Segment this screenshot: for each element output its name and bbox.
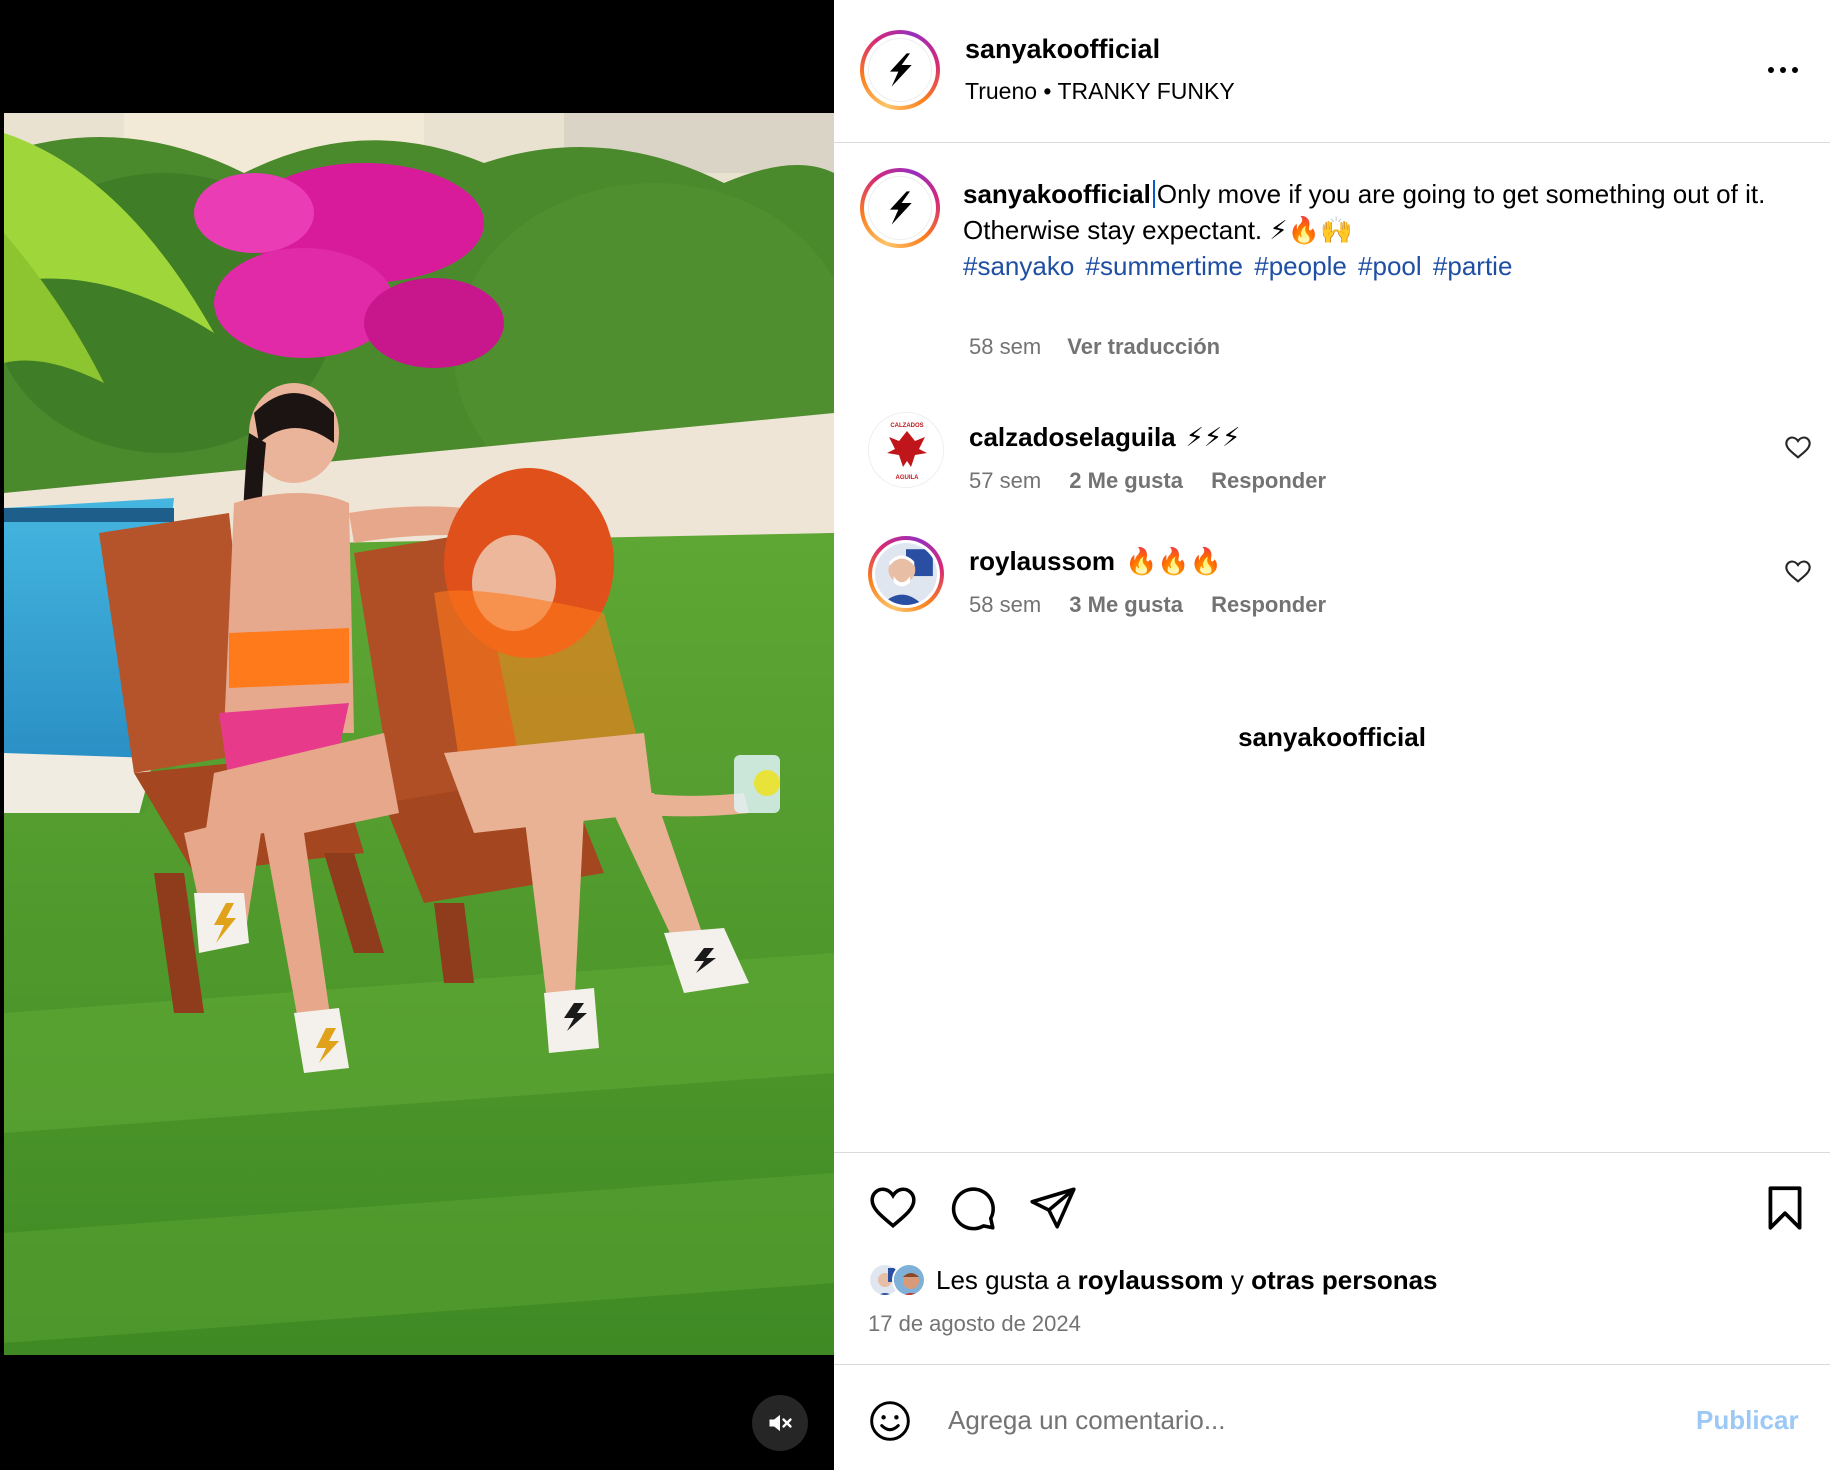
pool-party-photo	[4, 113, 834, 1355]
comment-likes[interactable]: 3 Me gusta	[1069, 592, 1183, 617]
liker-username[interactable]: roylaussom	[1078, 1265, 1224, 1295]
other-likers-link[interactable]: otras personas	[1251, 1265, 1437, 1295]
see-translation-button[interactable]: Ver traducción	[1067, 334, 1220, 359]
author-avatar[interactable]	[860, 30, 940, 110]
comment-time[interactable]: 58 sem	[969, 592, 1041, 617]
comment-meta: 58 sem 3 Me gusta Responder	[969, 592, 1348, 618]
post-media[interactable]	[0, 0, 834, 1470]
likes-prefix: Les gusta a	[936, 1264, 1071, 1295]
caption-meta: 58 sem Ver traducción	[969, 334, 1220, 360]
likes-joiner: y	[1230, 1264, 1244, 1295]
comment-like-heart-icon[interactable]	[1784, 558, 1812, 586]
post-header: sanyakoofficial Trueno • TRANKY FUNKY	[834, 0, 1830, 143]
emoji-icon[interactable]	[868, 1399, 912, 1443]
comment-item: roylaussom 🔥🔥🔥 58 sem 3 Me gusta Responde…	[834, 536, 1830, 646]
hashtag-link[interactable]: #pool	[1358, 251, 1422, 281]
post-date[interactable]: 17 de agosto de 2024	[868, 1311, 1081, 1337]
comment-text: calzadoselaguila ⚡⚡⚡	[969, 422, 1240, 453]
lightning-logo-icon	[890, 191, 912, 225]
hashtag-link[interactable]: #partie	[1433, 251, 1513, 281]
comment-text: roylaussom 🔥🔥🔥	[969, 546, 1222, 577]
bookmark-icon[interactable]	[1760, 1183, 1810, 1233]
eagle-logo-icon: CALZADOS AGUILA	[869, 413, 943, 487]
mute-icon	[769, 1414, 792, 1432]
comment-meta: 57 sem 2 Me gusta Responder	[969, 468, 1348, 494]
post-photo	[4, 113, 834, 1355]
caption-time[interactable]: 58 sem	[969, 334, 1041, 359]
post-side-panel: sanyakoofficial Trueno • TRANKY FUNKY sa…	[834, 0, 1830, 1470]
share-icon[interactable]	[1028, 1183, 1078, 1233]
publish-button[interactable]: Publicar	[1696, 1405, 1799, 1436]
svg-text:AGUILA: AGUILA	[896, 475, 920, 481]
comment-likes[interactable]: 2 Me gusta	[1069, 468, 1183, 493]
mute-button[interactable]	[752, 1395, 808, 1451]
more-from-username[interactable]: sanyakoofficial	[834, 722, 1830, 753]
author-username[interactable]: sanyakoofficial	[965, 34, 1160, 65]
commenter-username[interactable]: roylaussom	[969, 546, 1115, 576]
audio-info[interactable]: Trueno • TRANKY FUNKY	[965, 78, 1235, 105]
profile-photo	[875, 543, 937, 605]
caption-hashtags: #sanyako #summertime #people #pool #part…	[963, 248, 1813, 284]
reply-button[interactable]: Responder	[1211, 592, 1326, 617]
caption-avatar[interactable]	[860, 168, 940, 248]
hashtag-link[interactable]: #sanyako	[963, 251, 1074, 281]
commenter-avatar[interactable]	[868, 536, 944, 612]
post-caption: sanyakoofficial Only move if you are goin…	[963, 176, 1813, 284]
caption-line-2: Otherwise stay expectant. ⚡🔥🙌	[963, 215, 1353, 245]
text-cursor	[1152, 180, 1155, 208]
comment-icon[interactable]	[948, 1183, 998, 1233]
caption-line-1: Only move if you are going to get someth…	[1156, 179, 1766, 209]
commenter-username[interactable]: calzadoselaguila	[969, 422, 1176, 452]
reply-button[interactable]: Responder	[1211, 468, 1326, 493]
comment-like-heart-icon[interactable]	[1784, 434, 1812, 462]
comment-input[interactable]	[948, 1395, 1648, 1445]
comment-item: CALZADOS AGUILA calzadoselaguila ⚡⚡⚡ 57 s…	[834, 412, 1830, 522]
comment-time[interactable]: 57 sem	[969, 468, 1041, 493]
liker-avatar[interactable]	[892, 1263, 926, 1297]
more-options-button[interactable]	[1754, 50, 1812, 90]
comment-body: ⚡⚡⚡	[1185, 422, 1241, 452]
hashtag-link[interactable]: #summertime	[1086, 251, 1243, 281]
add-comment-bar: Publicar	[834, 1364, 1830, 1470]
caption-username[interactable]: sanyakoofficial	[963, 179, 1151, 209]
svg-text:CALZADOS: CALZADOS	[890, 423, 923, 429]
lightning-logo-icon	[890, 53, 912, 87]
post-actions: Les gusta a roylaussom y otras personas …	[834, 1152, 1830, 1362]
commenter-avatar[interactable]: CALZADOS AGUILA	[868, 412, 944, 488]
more-icon	[1768, 67, 1774, 73]
comment-body: 🔥🔥🔥	[1124, 546, 1223, 576]
like-heart-icon[interactable]	[868, 1183, 918, 1233]
likes-summary: Les gusta a roylaussom y otras personas	[868, 1263, 1438, 1297]
hashtag-link[interactable]: #people	[1254, 251, 1347, 281]
